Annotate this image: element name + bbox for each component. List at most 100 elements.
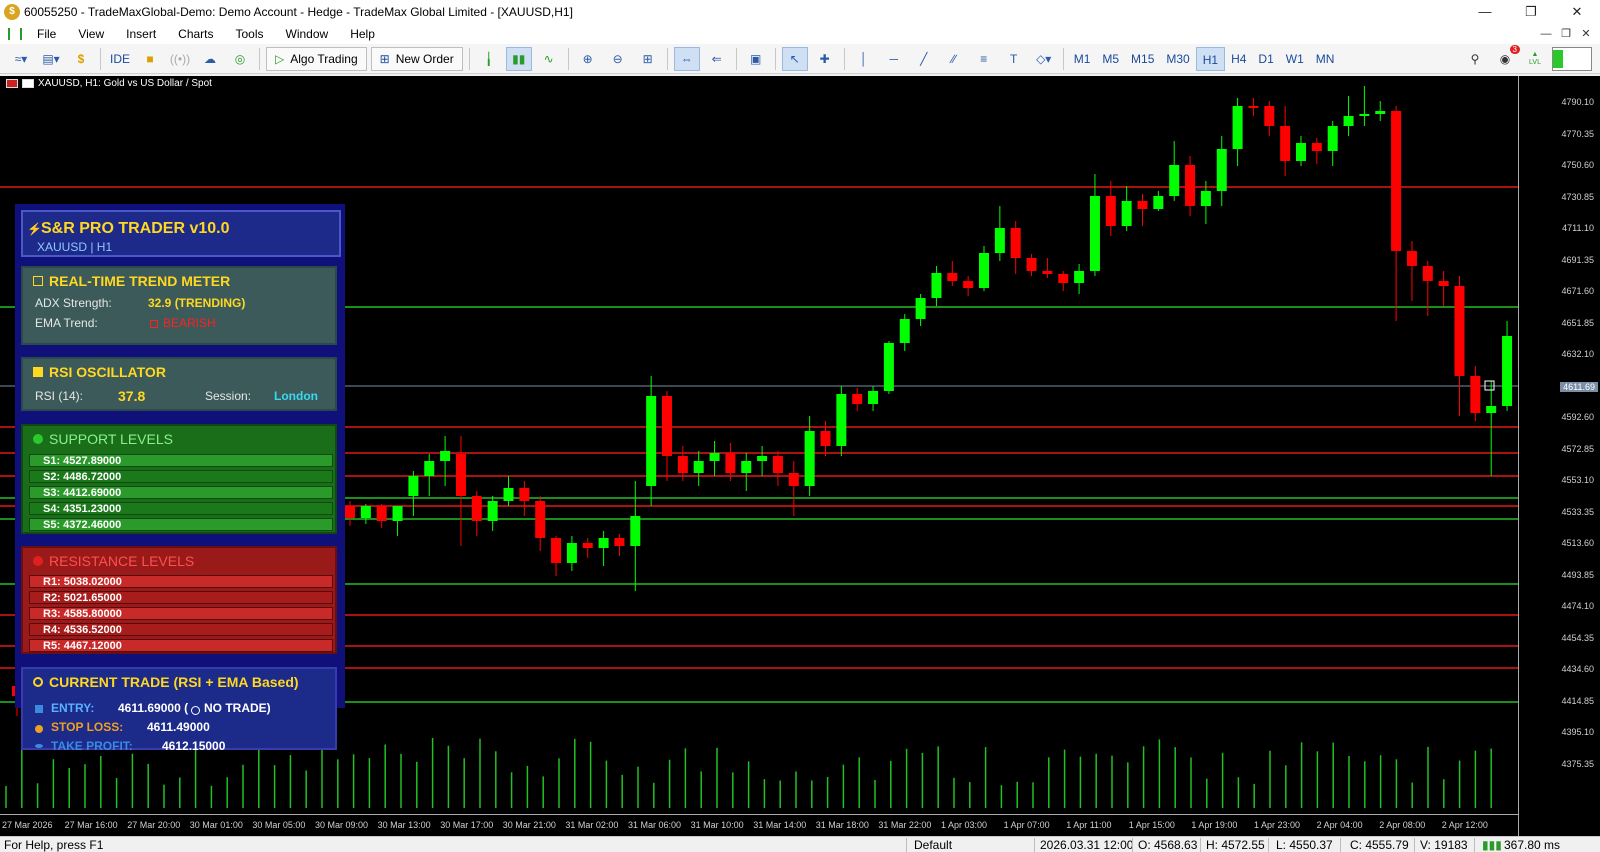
bull-candle: [646, 396, 657, 486]
vertical-line-icon[interactable]: │: [851, 47, 877, 71]
signal-level-icon: ▲ LVL: [1529, 50, 1541, 66]
tf-w1[interactable]: W1: [1280, 47, 1310, 71]
auto-scroll-icon[interactable]: ⇔: [673, 46, 700, 71]
globe-icon[interactable]: ◎: [227, 47, 253, 71]
resistance-dot-icon: [33, 556, 43, 566]
signals-icon[interactable]: ((•)): [167, 47, 193, 71]
tf-m30[interactable]: M30: [1160, 47, 1195, 71]
algo-trading-button[interactable]: ▷ Algo Trading: [266, 46, 367, 71]
rsi-label: RSI (14):: [35, 389, 84, 403]
bear-candle: [1470, 376, 1481, 413]
zoom-out-icon[interactable]: ⊖: [605, 47, 631, 71]
chart-shift-icon[interactable]: ⇐: [704, 47, 730, 71]
time-tick-label: 1 Apr 19:00: [1191, 820, 1238, 830]
restore-icon[interactable]: ❐: [1508, 0, 1554, 24]
bear-candle: [677, 456, 688, 473]
bull-candle: [1153, 196, 1164, 209]
text-icon[interactable]: T: [1001, 47, 1027, 71]
menu-tools[interactable]: Tools: [225, 27, 275, 41]
tf-m5[interactable]: M5: [1096, 47, 1125, 71]
time-tick-label: 27 Mar 20:00: [127, 820, 181, 830]
bar-chart-icon[interactable]: ╽: [476, 47, 502, 71]
screenshot-icon[interactable]: ▣: [743, 47, 769, 71]
time-tick-label: 30 Mar 05:00: [252, 820, 306, 830]
new-order-label: New Order: [395, 51, 454, 66]
zoom-in-icon[interactable]: ⊕: [575, 47, 601, 71]
bull-candle: [1296, 143, 1306, 161]
take-profit-value: 4612.15000: [162, 739, 226, 753]
bull-candle: [566, 543, 577, 563]
bull-candle: [1343, 116, 1354, 126]
bear-candle: [519, 488, 530, 501]
minimize-icon[interactable]: —: [1462, 0, 1508, 24]
rsi-bar-icon: [33, 367, 43, 377]
mdi-minimize-icon[interactable]: —: [1536, 24, 1556, 44]
trend-line-icon[interactable]: ╱: [911, 47, 937, 71]
lock-icon[interactable]: ■: [137, 47, 163, 71]
new-order-button[interactable]: ⊞ New Order: [370, 46, 463, 71]
menu-insert[interactable]: Insert: [115, 27, 167, 41]
channel-icon[interactable]: ∕∕: [941, 47, 967, 71]
bear-candle: [1185, 165, 1196, 206]
menu-view[interactable]: View: [67, 27, 115, 41]
target-icon: [33, 677, 43, 687]
vps-icon[interactable]: ☁: [197, 47, 223, 71]
play-icon: ▷: [275, 51, 285, 66]
crosshair-icon[interactable]: ✚: [812, 47, 838, 71]
horizontal-line-icon[interactable]: ─: [881, 47, 907, 71]
bear-candle: [820, 431, 831, 446]
bearish-icon: [150, 320, 158, 328]
trend-meter-title: REAL-TIME TREND METER: [49, 273, 231, 289]
bull-candle: [1486, 406, 1497, 413]
bull-candle: [931, 273, 942, 298]
profile-name[interactable]: Default: [914, 838, 952, 852]
price-tick-label: 4553.10: [1561, 475, 1594, 485]
bear-candle: [345, 506, 355, 518]
fibonacci-icon[interactable]: ≡: [971, 47, 997, 71]
menu-charts[interactable]: Charts: [167, 27, 224, 41]
menu-help[interactable]: Help: [339, 27, 386, 41]
mdi-close-icon[interactable]: ✕: [1576, 24, 1596, 44]
time-tick-label: 1 Apr 15:00: [1128, 820, 1175, 830]
notifications-icon[interactable]: ◉ 3: [1492, 44, 1520, 71]
algo-trading-label: Algo Trading: [290, 51, 358, 66]
line-chart-icon[interactable]: ∿: [536, 47, 562, 71]
toolbar-separator: [468, 47, 470, 70]
market-icon[interactable]: $: [68, 47, 94, 71]
sr-pro-trader-panel: ⚡ S&R PRO TRADER v10.0 XAUUSD | H1 REAL-…: [15, 204, 345, 753]
bull-candle: [979, 253, 989, 288]
tf-h1[interactable]: H1: [1195, 46, 1226, 71]
menu-window[interactable]: Window: [275, 27, 340, 41]
tf-mn[interactable]: MN: [1310, 47, 1341, 71]
entry-label: ENTRY:: [51, 701, 95, 715]
shapes-dropdown-icon[interactable]: ◇▾: [1031, 47, 1057, 71]
close-icon[interactable]: ✕: [1554, 0, 1600, 24]
support-level-s5: S5: 4372.46000: [29, 518, 333, 531]
cursor-icon[interactable]: ↖: [781, 46, 808, 71]
line-chart-dropdown-icon[interactable]: ≈▾: [8, 47, 34, 71]
tf-m15[interactable]: M15: [1125, 47, 1160, 71]
bear-candle: [1391, 111, 1402, 251]
templates-dropdown-icon[interactable]: ▤▾: [38, 47, 64, 71]
tf-d1[interactable]: D1: [1252, 47, 1279, 71]
tf-m1[interactable]: M1: [1068, 47, 1097, 71]
tile-windows-icon[interactable]: ⊞: [635, 47, 661, 71]
candlestick-chart-icon[interactable]: ▮▮: [505, 46, 532, 71]
bear-candle: [1042, 271, 1053, 274]
price-axis[interactable]: 4790.10 4770.35 4750.60 4730.85 4711.10 4691.…: [1518, 76, 1600, 836]
tf-h4[interactable]: H4: [1225, 47, 1252, 71]
bull-candle: [1327, 126, 1338, 151]
time-axis[interactable]: 27 Mar 2026 27 Mar 16:00 27 Mar 20:00 30 Ma…: [0, 814, 1518, 836]
search-icon[interactable]: ⚲: [1462, 47, 1488, 71]
bear-candle: [376, 506, 387, 521]
ide-button[interactable]: IDE: [107, 47, 133, 71]
menu-file[interactable]: File: [26, 27, 67, 41]
price-tick-label: 4592.60: [1561, 412, 1594, 422]
mdi-restore-icon[interactable]: ❐: [1556, 24, 1576, 44]
chart-window[interactable]: XAUUSD, H1: Gold vs US Dollar / Spot 479…: [0, 76, 1600, 836]
time-tick-label: 27 Mar 16:00: [64, 820, 118, 830]
price-tick-label: 4691.35: [1561, 254, 1594, 265]
bear-candle: [1058, 274, 1069, 283]
session-label: Session:: [205, 389, 252, 403]
resistance-level-r3: R3: 4585.80000: [29, 607, 333, 620]
